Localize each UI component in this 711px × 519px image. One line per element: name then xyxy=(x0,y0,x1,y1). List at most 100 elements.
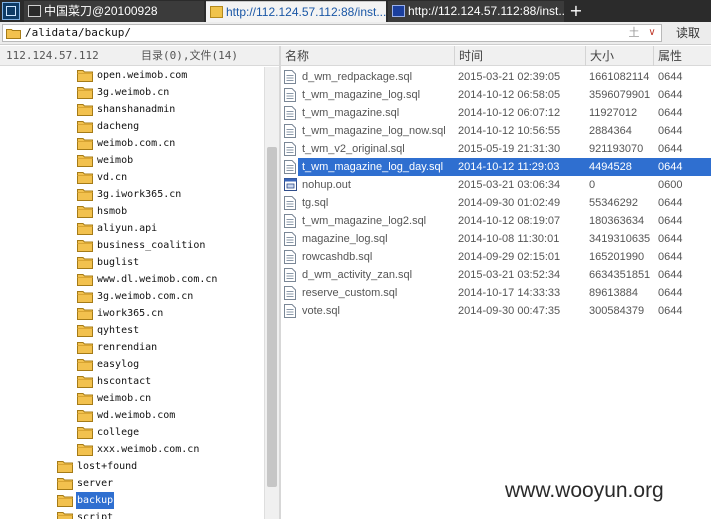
column-header-size[interactable]: 大小 xyxy=(585,46,653,66)
tree-item-label: weimob.cn xyxy=(97,393,152,404)
file-time: 2014-09-30 00:47:35 xyxy=(458,305,561,317)
chevron-down-icon[interactable]: ∨ xyxy=(645,25,659,41)
file-name: magazine_log.sql xyxy=(302,233,388,245)
file-row[interactable]: t_wm_magazine_log2.sql 2014-10-12 08:19:0… xyxy=(281,212,711,230)
file-name: t_wm_magazine_log.sql xyxy=(302,89,421,101)
tab-file-manager[interactable]: http://112.124.57.112:88/inst... xyxy=(206,1,386,22)
file-row[interactable]: d_wm_activity_zan.sql 2015-03-21 03:52:34… xyxy=(281,266,711,284)
tree-item-label: www.dl.weimob.com.cn xyxy=(97,274,218,285)
directory-tree[interactable]: open.weimob.com 3g.weimob.cn shanshanadmin… xyxy=(0,67,264,519)
file-name: reserve_custom.sql xyxy=(302,287,398,299)
file-row[interactable]: tg.sql 2014-09-30 01:02:49 55346292 0644 xyxy=(281,194,711,212)
file-size: 1661082114 xyxy=(589,71,650,83)
scrollbar-thumb[interactable] xyxy=(267,147,277,487)
tab-database[interactable]: http://112.124.57.112:88/inst... xyxy=(388,1,564,22)
dir-summary: 目录(0),文件(14) xyxy=(141,49,238,62)
file-row[interactable]: magazine_log.sql 2014-10-08 11:30:01 34193… xyxy=(281,230,711,248)
tab-label: http://112.124.57.112:88/inst... xyxy=(408,4,564,18)
file-name: tg.sql xyxy=(302,197,329,209)
tree-item-label: weimob.com.cn xyxy=(97,138,176,149)
file-row[interactable]: nohup.out 2015-03-21 03:06:34 0 0600 xyxy=(281,176,711,194)
path-input[interactable]: /alidata/backup/ 土 ∨ xyxy=(2,24,662,42)
file-perm: 0644 xyxy=(658,233,683,245)
file-time: 2014-10-12 11:29:03 xyxy=(458,161,560,173)
file-size: 180363634 xyxy=(589,215,645,227)
file-row[interactable]: t_wm_magazine_log_now.sql 2014-10-12 10:5… xyxy=(281,122,711,140)
file-perm: 0644 xyxy=(658,215,683,227)
sql-file-icon xyxy=(284,304,296,324)
file-size: 0 xyxy=(589,179,596,191)
file-name: d_wm_activity_zan.sql xyxy=(302,269,413,281)
database-icon xyxy=(392,5,405,17)
file-size: 2884364 xyxy=(589,125,632,137)
file-time: 2014-10-12 08:19:07 xyxy=(458,215,561,227)
add-tab-button[interactable]: + xyxy=(568,1,584,21)
file-time: 2014-10-12 10:56:55 xyxy=(458,125,561,137)
file-name: t_wm_magazine_log_now.sql xyxy=(302,125,446,137)
tab-bar: 中国菜刀@20100928 http://112.124.57.112:88/i… xyxy=(0,0,711,22)
tree-item-label: aliyun.api xyxy=(97,223,158,234)
file-perm: 0600 xyxy=(658,179,683,191)
file-perm: 0644 xyxy=(658,305,683,317)
folder-icon xyxy=(210,6,223,18)
file-size: 3596079901 xyxy=(589,89,651,101)
file-name: d_wm_redpackage.sql xyxy=(302,71,413,83)
tab-chopper-shell[interactable]: 中国菜刀@20100928 xyxy=(24,1,204,22)
tab-label: 中国菜刀@20100928 xyxy=(44,4,158,18)
tree-item-label: backup xyxy=(76,492,115,509)
column-header-perm[interactable]: 属性 xyxy=(653,46,711,66)
folder-icon xyxy=(57,511,73,519)
tree-item-label: open.weimob.com xyxy=(97,70,188,81)
tree-scrollbar[interactable] xyxy=(264,67,279,519)
file-row[interactable]: vote.sql 2014-09-30 00:47:35 300584379 0644 xyxy=(281,302,711,320)
tree-item-label: vd.cn xyxy=(97,172,128,183)
file-time: 2015-03-21 03:52:34 xyxy=(458,269,561,281)
file-size: 11927012 xyxy=(589,107,638,119)
file-perm: 0644 xyxy=(658,269,683,281)
tree-item-label: buglist xyxy=(97,257,140,268)
tree-item-label: business_coalition xyxy=(97,240,206,251)
tree-item-label: college xyxy=(97,427,140,438)
tree-item-label: hscontact xyxy=(97,376,152,387)
host-label: 112.124.57.112 xyxy=(6,49,99,62)
file-row[interactable]: t_wm_v2_original.sql 2015-05-19 21:31:30 9… xyxy=(281,140,711,158)
file-list: d_wm_redpackage.sql 2015-03-21 02:39:05 16… xyxy=(281,68,711,519)
file-size: 921193070 xyxy=(589,143,644,155)
file-size: 3419310635 xyxy=(589,233,651,245)
file-time: 2014-10-12 06:58:05 xyxy=(458,89,561,101)
tree-item-label: script xyxy=(77,512,114,519)
file-name: vote.sql xyxy=(302,305,340,317)
tree-item-label: iwork365.cn xyxy=(97,308,164,319)
file-row[interactable]: t_wm_magazine_log_day.sql 2014-10-12 11:2… xyxy=(281,158,711,176)
file-time: 2014-10-12 06:07:12 xyxy=(458,107,561,119)
parent-dir-button[interactable]: 土 xyxy=(627,25,641,41)
file-perm: 0644 xyxy=(658,107,683,119)
file-time: 2015-05-19 21:31:30 xyxy=(458,143,561,155)
file-size: 165201990 xyxy=(589,251,645,263)
file-row[interactable]: rowcashdb.sql 2014-09-29 02:15:01 16520199… xyxy=(281,248,711,266)
tree-item-label: 3g.iwork365.cn xyxy=(97,189,182,200)
file-perm: 0644 xyxy=(658,71,683,83)
watermark: www.wooyun.org xyxy=(505,479,664,502)
file-size: 55346292 xyxy=(589,197,638,209)
tree-item-label: renrendian xyxy=(97,342,158,353)
file-name: t_wm_magazine.sql xyxy=(302,107,400,119)
file-time: 2014-09-29 02:15:01 xyxy=(458,251,561,263)
tree-item-label: hsmob xyxy=(97,206,128,217)
window-icon xyxy=(28,5,41,17)
file-row[interactable]: d_wm_redpackage.sql 2015-03-21 02:39:05 16… xyxy=(281,68,711,86)
file-row[interactable]: t_wm_magazine_log.sql 2014-10-12 06:58:05… xyxy=(281,86,711,104)
file-time: 2014-10-17 14:33:33 xyxy=(458,287,561,299)
file-name: t_wm_v2_original.sql xyxy=(302,143,405,155)
file-size: 89613884 xyxy=(589,287,638,299)
app-window-icon[interactable] xyxy=(2,2,20,20)
file-perm: 0644 xyxy=(658,287,683,299)
file-perm: 0644 xyxy=(658,125,683,137)
tree-item-label: easylog xyxy=(97,359,140,370)
read-button[interactable]: 读取 xyxy=(667,24,709,42)
file-row[interactable]: reserve_custom.sql 2014-10-17 14:33:33 896… xyxy=(281,284,711,302)
file-row[interactable]: t_wm_magazine.sql 2014-10-12 06:07:12 1192… xyxy=(281,104,711,122)
column-header-time[interactable]: 时间 xyxy=(454,46,585,66)
column-header-name[interactable]: 名称 xyxy=(281,46,454,66)
tree-item-label: 3g.weimob.cn xyxy=(97,87,170,98)
